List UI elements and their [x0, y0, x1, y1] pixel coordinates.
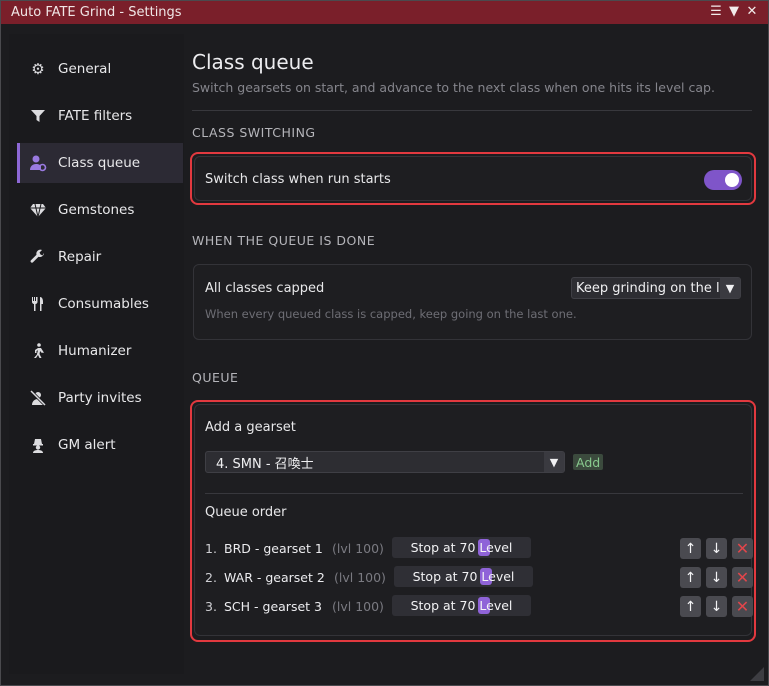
queue-done-select-value: Keep grinding on the la: [576, 280, 720, 296]
highlight-class-switching: [190, 152, 756, 205]
no-user-icon: [28, 388, 48, 408]
divider: [192, 110, 752, 111]
sidebar-item-humanizer[interactable]: Humanizer: [17, 331, 183, 371]
sidebar-item-gemstones[interactable]: Gemstones: [17, 190, 183, 230]
page-subtitle: Switch gearsets on start, and advance to…: [192, 80, 715, 95]
window-title: Auto FATE Grind - Settings: [11, 5, 182, 20]
filter-icon: [28, 106, 48, 126]
close-icon[interactable]: ✕: [746, 4, 758, 19]
fork-knife-icon: [28, 294, 48, 314]
sidebar-item-general[interactable]: ⚙ General: [17, 49, 183, 89]
sidebar-item-party-invites[interactable]: Party invites: [17, 378, 183, 418]
collapse-icon[interactable]: ▼: [728, 4, 740, 19]
chevron-down-icon: ▼: [720, 278, 740, 298]
stop-level-text: Stop at 70 Level: [410, 598, 513, 613]
sidebar-item-label: FATE filters: [58, 108, 133, 124]
resize-grip[interactable]: [750, 667, 764, 681]
walking-person-icon: [28, 341, 48, 361]
section-heading-queue: QUEUE: [192, 370, 239, 385]
settings-window: Auto FATE Grind - Settings ☰ ▼ ✕ ⚙ Gener…: [0, 0, 769, 686]
queue-done-hint: When every queued class is capped, keep …: [205, 307, 577, 321]
sidebar-item-consumables[interactable]: Consumables: [17, 284, 183, 324]
sidebar-item-label: Consumables: [58, 296, 149, 312]
sidebar-item-label: Party invites: [58, 390, 142, 406]
sidebar: ⚙ General FATE filters Class queue Gemst…: [9, 34, 184, 674]
sidebar-item-gm-alert[interactable]: GM alert: [17, 425, 183, 465]
gm-icon: [28, 435, 48, 455]
page-title: Class queue: [192, 50, 314, 74]
section-heading-class-switching: CLASS SWITCHING: [192, 125, 316, 140]
sidebar-item-label: Humanizer: [58, 343, 132, 359]
title-bar-icons: ☰ ▼ ✕: [710, 4, 758, 19]
menu-icon[interactable]: ☰: [710, 4, 722, 19]
sidebar-item-repair[interactable]: Repair: [17, 237, 183, 277]
queue-done-select[interactable]: Keep grinding on the la ▼: [571, 277, 741, 299]
wrench-icon: [28, 247, 48, 267]
stop-level-slider[interactable]: Stop at 70 Level: [392, 537, 531, 558]
gem-icon: [28, 200, 48, 220]
sidebar-item-label: Gemstones: [58, 202, 135, 218]
stop-level-text: Stop at 70 Level: [412, 569, 515, 584]
sidebar-item-class-queue[interactable]: Class queue: [17, 143, 183, 183]
section-heading-queue-done: WHEN THE QUEUE IS DONE: [192, 233, 376, 248]
sidebar-item-label: General: [58, 61, 112, 77]
sidebar-item-label: GM alert: [58, 437, 116, 453]
title-bar[interactable]: Auto FATE Grind - Settings ☰ ▼ ✕: [1, 1, 768, 24]
queue-done-card: All classes capped Keep grinding on the …: [193, 264, 752, 340]
stop-level-text: Stop at 70 Level: [410, 540, 513, 555]
gear-icon: ⚙: [31, 60, 45, 78]
sidebar-item-label: Class queue: [58, 155, 141, 171]
sidebar-item-label: Repair: [58, 249, 102, 265]
sidebar-item-fate-filters[interactable]: FATE filters: [17, 96, 183, 136]
user-queue-icon: [28, 153, 48, 173]
stop-level-slider[interactable]: Stop at 70 Level: [392, 595, 531, 616]
stop-level-slider[interactable]: Stop at 70 Level: [394, 566, 533, 587]
all-capped-label: All classes capped: [205, 281, 325, 296]
